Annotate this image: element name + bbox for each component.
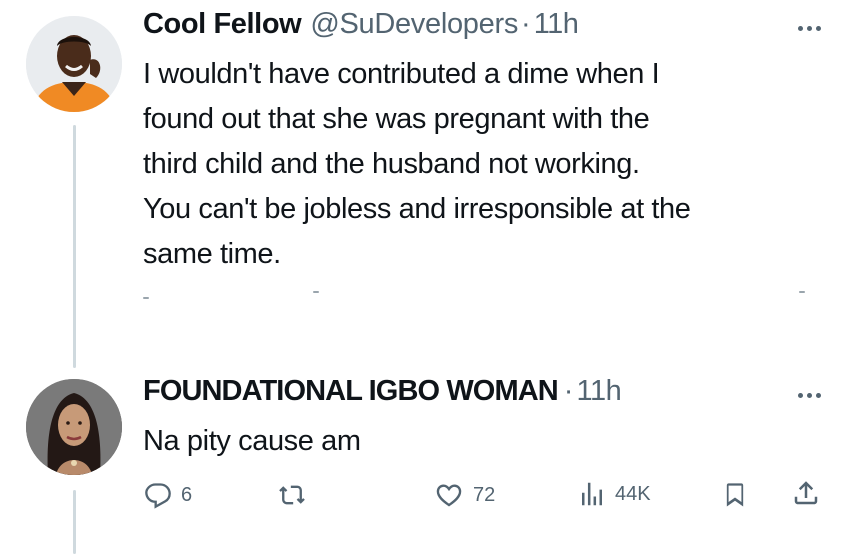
tweet-text: Na pity cause am <box>143 425 361 457</box>
thread-connector-line <box>73 125 76 368</box>
user-handle[interactable]: @SuDevelopers <box>310 8 518 41</box>
separator-dot: · <box>563 375 574 407</box>
like-button[interactable]: 72 <box>433 481 495 509</box>
tweet-text-line: You can't be jobless and irresponsible a… <box>143 193 691 225</box>
speck <box>313 291 319 293</box>
views-button[interactable]: 44K <box>577 479 651 509</box>
reply-icon <box>145 483 171 509</box>
share-button[interactable] <box>791 478 821 508</box>
tweet-text-line: third child and the husband not working. <box>143 148 640 180</box>
tweet-header: Cool Fellow @SuDevelopers · 11h <box>143 8 857 52</box>
speck <box>143 297 149 299</box>
more-icon[interactable] <box>798 26 821 31</box>
image-artifacts <box>143 285 817 305</box>
timestamp[interactable]: 11h <box>534 8 579 41</box>
speck <box>799 291 805 293</box>
views-count: 44K <box>615 482 651 505</box>
separator-dot: · <box>521 8 531 40</box>
views-icon <box>582 482 602 506</box>
avatar[interactable] <box>26 16 122 112</box>
tweet-foundational-igbo-woman[interactable]: FOUNDATIONAL IGBO WOMAN · 11h Na pity ca… <box>143 375 857 464</box>
share-icon <box>794 481 818 505</box>
retweet-icon <box>279 485 305 505</box>
tweet-header: FOUNDATIONAL IGBO WOMAN · 11h <box>143 375 857 419</box>
tweet-text-line: found out that she was pregnant with the <box>143 103 650 135</box>
tweet-text-line: I wouldn't have contributed a dime when … <box>143 58 660 90</box>
tweet-text: I wouldn't have contributed a dime when … <box>143 52 823 277</box>
display-name[interactable]: FOUNDATIONAL IGBO WOMAN <box>143 375 559 408</box>
avatar-woman-portrait-icon <box>26 379 122 475</box>
like-icon <box>436 484 462 507</box>
display-name[interactable]: Cool Fellow <box>143 8 302 41</box>
more-icon[interactable] <box>798 393 821 398</box>
like-count: 72 <box>473 483 496 506</box>
avatar[interactable] <box>26 379 122 475</box>
avatar-young-man-orange-shirt-icon <box>26 16 122 112</box>
retweet-button[interactable] <box>275 481 309 509</box>
bookmark-button[interactable] <box>721 480 749 510</box>
tweet-action-bar: 6 72 44K <box>143 475 823 515</box>
tweet-cool-fellow[interactable]: Cool Fellow @SuDevelopers · 11h I wouldn… <box>143 8 857 277</box>
timestamp[interactable]: 11h <box>576 375 621 408</box>
bookmark-icon <box>726 483 744 507</box>
thread-connector-line <box>73 490 76 554</box>
tweet-text-line: same time. <box>143 238 281 270</box>
reply-button[interactable]: 6 <box>143 481 192 509</box>
reply-count: 6 <box>181 483 193 506</box>
